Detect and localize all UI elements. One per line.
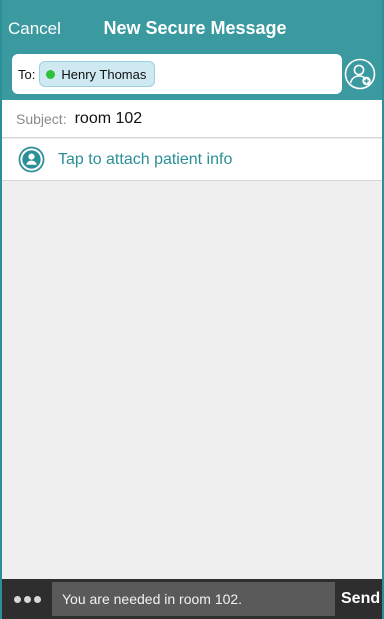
more-options-button[interactable] bbox=[2, 579, 52, 619]
attach-label: Tap to attach patient info bbox=[58, 150, 233, 168]
to-field[interactable]: To: Henry Thomas bbox=[12, 54, 342, 94]
subject-label: Subject: bbox=[16, 110, 67, 127]
new-secure-message-screen: Cancel New Secure Message To: Henry Thom… bbox=[0, 0, 384, 619]
recipient-chip[interactable]: Henry Thomas bbox=[39, 61, 156, 87]
send-button[interactable]: Send bbox=[341, 590, 380, 608]
to-label: To: bbox=[18, 66, 36, 82]
online-status-dot bbox=[46, 69, 56, 79]
add-contact-button[interactable] bbox=[344, 58, 376, 90]
message-input[interactable] bbox=[52, 582, 335, 616]
subject-input[interactable] bbox=[74, 109, 335, 128]
recipient-name: Henry Thomas bbox=[61, 66, 147, 82]
add-contact-icon bbox=[344, 58, 376, 90]
message-body-area[interactable] bbox=[2, 182, 382, 580]
attach-patient-info-button[interactable]: Tap to attach patient info bbox=[2, 139, 382, 181]
composer-bar: Send bbox=[2, 579, 382, 619]
subject-row: Subject: bbox=[2, 100, 382, 138]
header-bar: Cancel New Secure Message To: Henry Thom… bbox=[2, 0, 382, 100]
page-title: New Secure Message bbox=[103, 18, 287, 38]
patient-icon bbox=[18, 146, 45, 173]
more-dots-icon bbox=[13, 595, 21, 603]
